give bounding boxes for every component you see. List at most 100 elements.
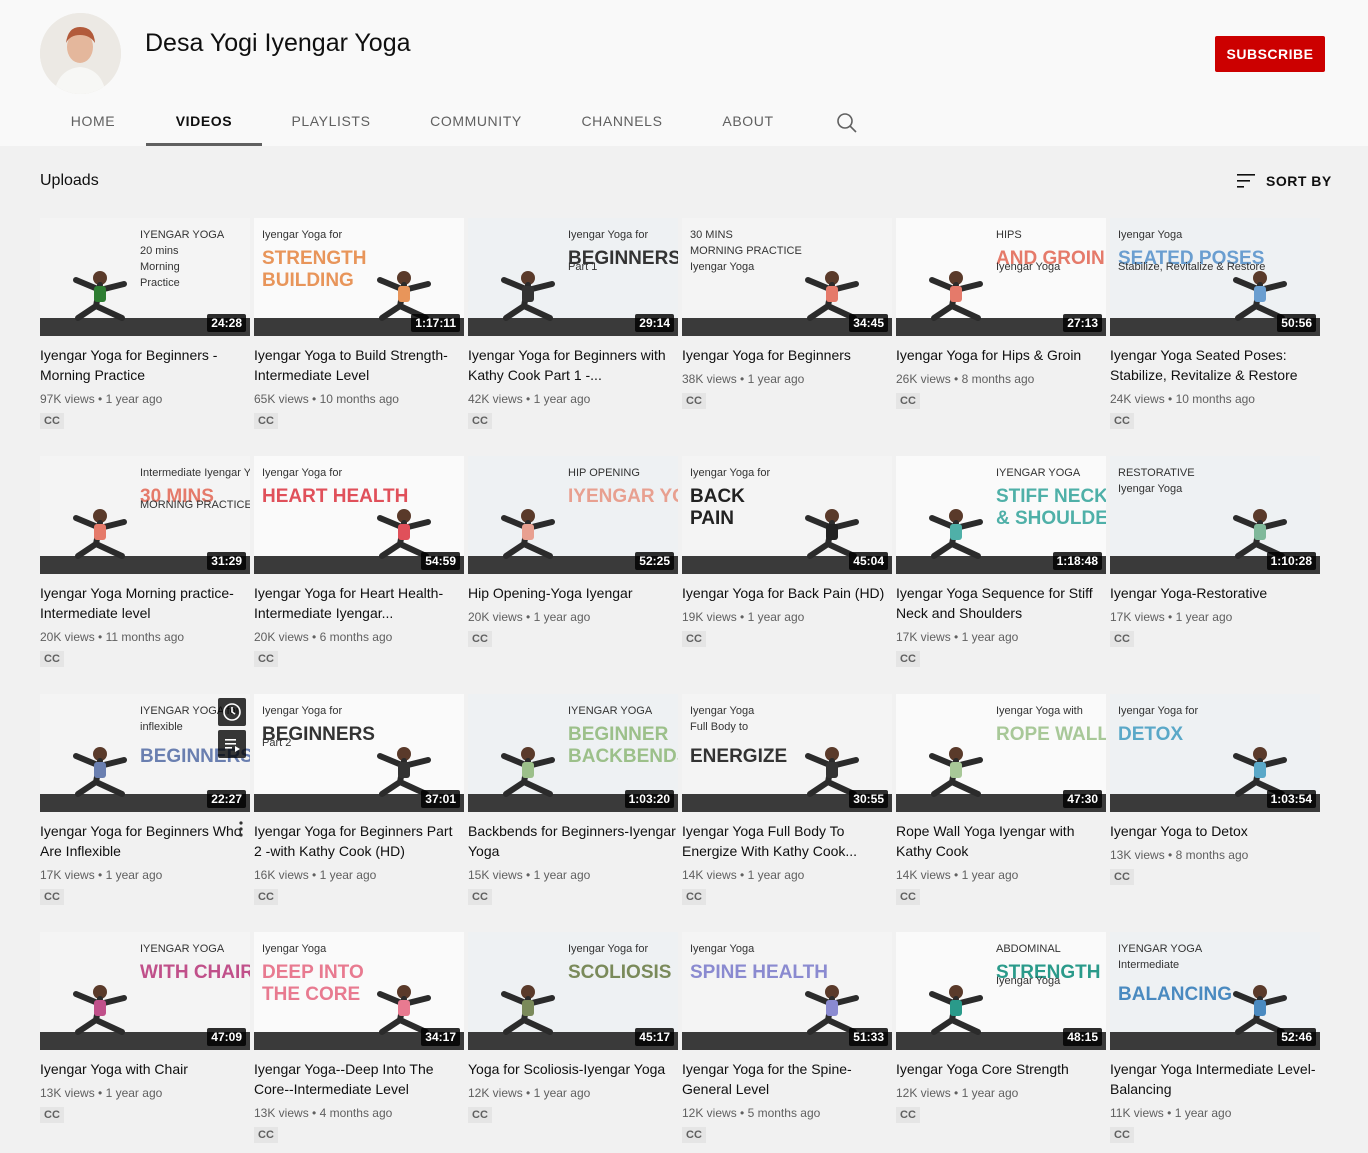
video-meta: 14K views • 1 year ago: [682, 867, 892, 883]
video-card[interactable]: Iyengar Yoga for BEGINNERS Part 1 29:14 Iyen…: [468, 218, 678, 429]
tab-home[interactable]: HOME: [40, 98, 146, 146]
video-title[interactable]: Iyengar Yoga for Beginners with Kathy Co…: [468, 345, 678, 385]
add-to-queue-icon[interactable]: [218, 730, 246, 758]
video-card[interactable]: IYENGAR YOGA WITH CHAIR 47:09 Iyengar Yoga …: [40, 932, 250, 1123]
meta-separator: •: [950, 1086, 962, 1100]
video-thumbnail[interactable]: Iyengar Yoga for DETOX 1:03:54: [1110, 694, 1320, 812]
cc-badge: CC: [254, 413, 278, 429]
video-title[interactable]: Iyengar Yoga for Beginners: [682, 345, 892, 365]
video-title[interactable]: Iyengar Yoga for the Spine-General Level: [682, 1059, 892, 1099]
video-meta: 65K views • 10 months ago: [254, 391, 464, 407]
video-thumbnail[interactable]: HIPS AND GROIN Iyengar Yoga 27:13: [896, 218, 1106, 336]
video-title[interactable]: Iyengar Yoga with Chair: [40, 1059, 250, 1079]
video-title[interactable]: Iyengar Yoga for Beginners Who Are Infle…: [40, 821, 250, 861]
tab-channels[interactable]: CHANNELS: [560, 98, 684, 146]
video-title[interactable]: Iyengar Yoga--Deep Into The Core--Interm…: [254, 1059, 464, 1099]
channel-avatar[interactable]: [40, 13, 121, 94]
video-card[interactable]: Iyengar Yoga for STRENGTH BUILDING 1:17:11 I…: [254, 218, 464, 429]
video-title[interactable]: Iyengar Yoga Full Body To Energize With …: [682, 821, 892, 861]
video-thumbnail[interactable]: Iyengar Yoga for BEGINNERS Part 1 29:14: [468, 218, 678, 336]
video-title[interactable]: Yoga for Scoliosis-Iyengar Yoga: [468, 1059, 678, 1079]
video-card[interactable]: Iyengar Yoga with ROPE WALL 47:30 Rope Wall…: [896, 694, 1106, 905]
more-actions-icon[interactable]: [238, 820, 244, 838]
video-card[interactable]: Iyengar Yoga for BACK PAIN 45:04 Iyengar Yog…: [682, 456, 892, 647]
video-thumbnail[interactable]: Iyengar Yoga SPINE HEALTH 51:33: [682, 932, 892, 1050]
video-thumbnail[interactable]: IYENGAR YOGA BEGINNER BACKBENDS 1:03:20: [468, 694, 678, 812]
video-views: 13K views: [40, 1086, 95, 1100]
video-card[interactable]: 30 MINS MORNING PRACTICE Iyengar Yoga 34:45…: [682, 218, 892, 409]
watch-later-icon[interactable]: [218, 698, 246, 726]
video-duration: 24:28: [207, 314, 246, 332]
video-thumbnail[interactable]: Iyengar Yoga DEEP INTO THE CORE 34:17: [254, 932, 464, 1050]
video-thumbnail[interactable]: HIP OPENING IYENGAR YOGA 52:25: [468, 456, 678, 574]
video-thumbnail[interactable]: 30 MINS MORNING PRACTICE Iyengar Yoga 34:45: [682, 218, 892, 336]
video-thumbnail[interactable]: ABDOMINAL STRENGTH Iyengar Yoga 48:15: [896, 932, 1106, 1050]
video-title[interactable]: Backbends for Beginners-Iyengar Yoga: [468, 821, 678, 861]
video-card[interactable]: IYENGAR YOGA for inflexible BEGINNERS 22:27…: [40, 694, 250, 905]
video-age: 1 year ago: [533, 868, 591, 882]
video-thumbnail[interactable]: IYENGAR YOGA 20 mins Morning Practice 24:28: [40, 218, 250, 336]
thumbnail-text: IYENGAR YOGA: [568, 705, 653, 717]
video-thumbnail[interactable]: Iyengar Yoga for BEGINNERS Part 2 37:01: [254, 694, 464, 812]
video-title[interactable]: Iyengar Yoga-Restorative: [1110, 583, 1320, 603]
video-card[interactable]: Iyengar Yoga Full Body to ENERGIZE 30:55 Iye…: [682, 694, 892, 905]
tab-about[interactable]: ABOUT: [700, 98, 796, 146]
video-card[interactable]: HIP OPENING IYENGAR YOGA 52:25 Hip Opening-…: [468, 456, 678, 647]
video-card[interactable]: IYENGAR YOGA STIFF NECK& SHOULDERS 1:18:48…: [896, 456, 1106, 667]
tab-videos[interactable]: VIDEOS: [146, 98, 262, 146]
video-thumbnail[interactable]: RESTORATIVE Iyengar Yoga 1:10:28: [1110, 456, 1320, 574]
video-card[interactable]: Iyengar Yoga DEEP INTO THE CORE 34:17 Iyenga…: [254, 932, 464, 1143]
video-title[interactable]: Iyengar Yoga Seated Poses: Stabilize, Re…: [1110, 345, 1320, 385]
video-card[interactable]: RESTORATIVE Iyengar Yoga 1:10:28 Iyengar Yo…: [1110, 456, 1320, 647]
video-meta: 20K views • 1 year ago: [468, 609, 678, 625]
video-thumbnail[interactable]: IYENGAR YOGA STIFF NECK& SHOULDERS 1:18:48: [896, 456, 1106, 574]
thumbnail-text: ABDOMINAL: [996, 943, 1061, 955]
video-title[interactable]: Iyengar Yoga Core Strength: [896, 1059, 1106, 1079]
video-card[interactable]: IYENGAR YOGA 20 mins Morning Practice 24:28 I…: [40, 218, 250, 429]
video-card[interactable]: IYENGAR YOGA Intermediate BALANCING 52:46 Iy…: [1110, 932, 1320, 1143]
video-thumbnail[interactable]: Iyengar Yoga for BACK PAIN 45:04: [682, 456, 892, 574]
thumbnail-text: Practice: [140, 277, 180, 289]
video-thumbnail[interactable]: IYENGAR YOGA for inflexible BEGINNERS 22:27: [40, 694, 250, 812]
video-card[interactable]: HIPS AND GROIN Iyengar Yoga 27:13 Iyengar Yo…: [896, 218, 1106, 409]
video-title[interactable]: Iyengar Yoga for Heart Health-Intermedia…: [254, 583, 464, 623]
video-card[interactable]: ABDOMINAL STRENGTH Iyengar Yoga 48:15 Iyenga…: [896, 932, 1106, 1123]
thumbnail-text: Intermediate: [1118, 959, 1179, 971]
sort-by-button[interactable]: SORT BY: [1236, 171, 1332, 191]
video-title[interactable]: Iyengar Yoga to Detox: [1110, 821, 1320, 841]
cc-badge: CC: [254, 1127, 278, 1143]
video-card[interactable]: Iyengar Yoga for BEGINNERS Part 2 37:01 Iyen…: [254, 694, 464, 905]
video-card[interactable]: Iyengar Yoga for DETOX 1:03:54 Iyengar Yoga…: [1110, 694, 1320, 885]
video-thumbnail[interactable]: Iyengar Yoga for STRENGTH BUILDING 1:17:11: [254, 218, 464, 336]
video-card[interactable]: Iyengar Yoga for SCOLIOSIS 45:17 Yoga for S…: [468, 932, 678, 1123]
search-icon[interactable]: [834, 110, 860, 136]
video-title[interactable]: Iyengar Yoga to Build Strength-Intermedi…: [254, 345, 464, 385]
video-card[interactable]: Intermediate Iyengar Yoga30 MINSMORNING …: [40, 456, 250, 667]
video-title[interactable]: Iyengar Yoga Sequence for Stiff Neck and…: [896, 583, 1106, 623]
video-title[interactable]: Iyengar Yoga Morning practice-Intermedia…: [40, 583, 250, 623]
video-card[interactable]: IYENGAR YOGA BEGINNER BACKBENDS 1:03:20 Back…: [468, 694, 678, 905]
video-thumbnail[interactable]: Iyengar Yoga with ROPE WALL 47:30: [896, 694, 1106, 812]
video-title[interactable]: Iyengar Yoga for Beginners Part 2 -with …: [254, 821, 464, 861]
video-thumbnail[interactable]: Iyengar Yoga Full Body to ENERGIZE 30:55: [682, 694, 892, 812]
video-card[interactable]: Iyengar Yoga SPINE HEALTH 51:33 Iyengar Yog…: [682, 932, 892, 1143]
video-thumbnail[interactable]: Intermediate Iyengar Yoga30 MINSMORNING …: [40, 456, 250, 574]
video-thumbnail[interactable]: Iyengar Yoga SEATED POSES Stabilize, Revit…: [1110, 218, 1320, 336]
video-title[interactable]: Iyengar Yoga for Back Pain (HD): [682, 583, 892, 603]
tab-playlists[interactable]: PLAYLISTS: [270, 98, 392, 146]
tab-community[interactable]: COMMUNITY: [410, 98, 542, 146]
video-thumbnail[interactable]: IYENGAR YOGA WITH CHAIR 47:09: [40, 932, 250, 1050]
video-title[interactable]: Iyengar Yoga Intermediate Level-Balancin…: [1110, 1059, 1320, 1099]
video-thumbnail[interactable]: Iyengar Yoga for SCOLIOSIS 45:17: [468, 932, 678, 1050]
video-title[interactable]: Hip Opening-Yoga Iyengar: [468, 583, 678, 603]
video-thumbnail[interactable]: Iyengar Yoga for HEART HEALTH 54:59: [254, 456, 464, 574]
video-title[interactable]: Iyengar Yoga for Hips & Groin: [896, 345, 1106, 365]
video-thumbnail[interactable]: IYENGAR YOGA Intermediate BALANCING 52:46: [1110, 932, 1320, 1050]
video-card[interactable]: Iyengar Yoga SEATED POSES Stabilize, Revit…: [1110, 218, 1320, 429]
video-card[interactable]: Iyengar Yoga for HEART HEALTH 54:59 Iyengar…: [254, 456, 464, 667]
subscribe-button[interactable]: SUBSCRIBE: [1215, 36, 1325, 72]
video-duration: 30:55: [849, 790, 888, 808]
video-title[interactable]: Iyengar Yoga for Beginners - Morning Pra…: [40, 345, 250, 385]
video-title[interactable]: Rope Wall Yoga Iyengar with Kathy Cook: [896, 821, 1106, 861]
cc-badge: CC: [40, 413, 64, 429]
